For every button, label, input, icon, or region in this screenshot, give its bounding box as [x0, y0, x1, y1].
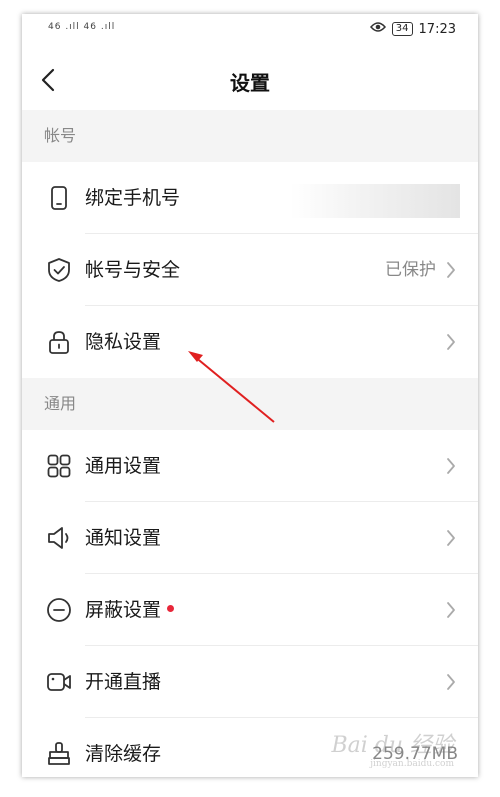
nav-bar: 设置: [22, 50, 478, 110]
row-bind-phone[interactable]: 绑定手机号: [22, 162, 478, 234]
row-label: 绑定手机号: [85, 187, 181, 209]
signal-indicators: 46 .ıll 46 .ıll: [48, 22, 116, 32]
row-general-settings[interactable]: 通用设置: [22, 430, 478, 502]
section-header-account: 帐号: [22, 110, 478, 162]
row-label-text: 屏蔽设置: [85, 599, 162, 621]
row-live[interactable]: 开通直播: [22, 646, 478, 718]
row-label: 通知设置: [85, 527, 162, 549]
chevron-right-icon: [447, 602, 455, 618]
speaker-icon: [46, 525, 72, 551]
watermark: Bai du 经验 jingyan.baidu.com: [331, 727, 454, 769]
row-label: 清除缓存: [85, 743, 162, 765]
row-label: 隐私设置: [85, 331, 162, 353]
broom-icon: [46, 741, 72, 767]
row-account-security[interactable]: 帐号与安全 已保护: [22, 234, 478, 306]
row-label: 帐号与安全: [85, 259, 181, 281]
status-value: 已保护: [385, 260, 436, 280]
row-label: 屏蔽设置: [85, 574, 175, 646]
row-block[interactable]: 屏蔽设置: [22, 574, 478, 646]
row-label: 开通直播: [85, 671, 162, 693]
phone-icon: [46, 185, 72, 211]
minus-circle-icon: [46, 597, 72, 623]
chevron-right-icon: [447, 674, 455, 690]
chevron-right-icon: [447, 334, 455, 350]
watermark-text: Bai du 经验: [331, 733, 454, 758]
notification-dot: [167, 605, 175, 612]
page-title: 设置: [230, 71, 270, 95]
grid-icon: [46, 453, 72, 479]
chevron-right-icon: [447, 262, 455, 278]
blurred-phone-number: [290, 184, 460, 218]
row-label: 通用设置: [85, 455, 162, 477]
lock-icon: [46, 329, 72, 355]
shield-check-icon: [46, 257, 72, 283]
clock: 17:23: [418, 21, 456, 37]
watermark-sub: jingyan.baidu.com: [370, 759, 454, 769]
chevron-right-icon: [447, 458, 455, 474]
section-header-general: 通用: [22, 378, 478, 430]
eye-icon: [369, 21, 386, 37]
status-bar: 46 .ıll 46 .ıll 34 17:23: [22, 14, 478, 50]
battery-level: 34: [391, 22, 413, 36]
row-notification[interactable]: 通知设置: [22, 502, 478, 574]
phone-screen: 46 .ıll 46 .ıll 34 17:23 设置 帐号 绑定手机号 帐号与…: [22, 14, 478, 777]
video-camera-icon: [46, 669, 72, 695]
row-privacy[interactable]: 隐私设置: [22, 306, 478, 378]
chevron-right-icon: [447, 530, 455, 546]
